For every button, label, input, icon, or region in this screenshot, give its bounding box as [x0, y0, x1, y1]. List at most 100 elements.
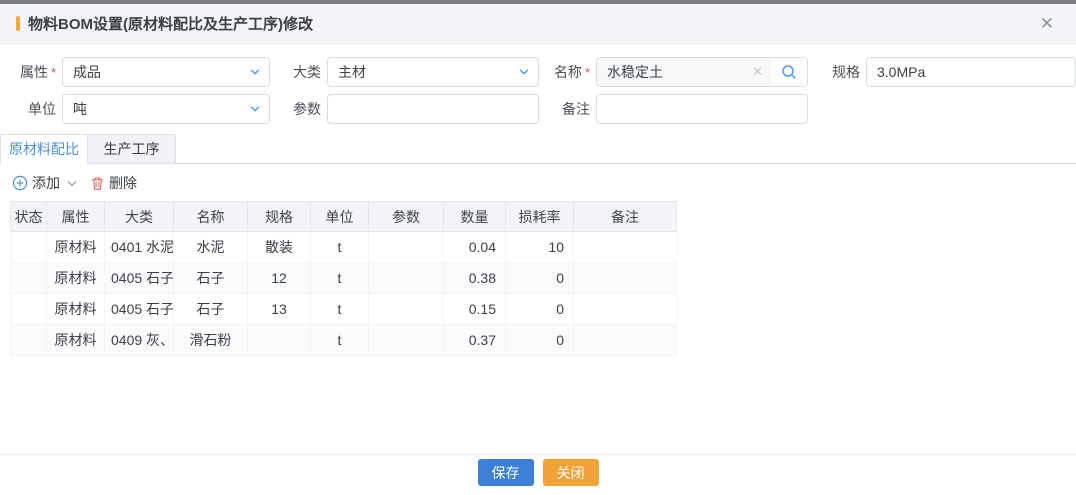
remark-input[interactable]	[596, 94, 808, 124]
table-cell[interactable]	[11, 263, 47, 294]
close-icon[interactable]: ✕	[1034, 13, 1060, 34]
label-text: 备注	[562, 99, 590, 119]
table-header-row: 状态属性大类名称规格单位参数数量损耗率备注	[11, 202, 677, 232]
add-button[interactable]: 添加	[12, 173, 60, 193]
name-search-input[interactable]: 水稳定土 ✕	[596, 57, 808, 87]
table-cell[interactable]	[11, 294, 47, 325]
column-header: 属性	[47, 202, 105, 232]
bom-form: 属性* 成品 大类 主材 名称* 水稳定土	[0, 44, 1076, 124]
tab-raw-material-ratio[interactable]: 原材料配比	[0, 134, 88, 164]
table-cell[interactable]: 原材料	[47, 325, 105, 356]
form-row-1: 属性* 成品 大类 主材 名称* 水稳定土	[18, 57, 1076, 87]
table-cell[interactable]: 0	[506, 325, 574, 356]
form-row-2: 单位 吨 参数 备注	[18, 94, 1076, 124]
table-cell[interactable]: 12	[248, 263, 311, 294]
category-select[interactable]: 主材	[327, 57, 539, 87]
table-cell[interactable]: 0401 水泥	[105, 232, 174, 263]
label-text: 单位	[28, 99, 56, 119]
table-cell[interactable]: t	[311, 263, 369, 294]
category-select-value: 主材	[338, 62, 518, 82]
table-cell[interactable]: 0.15	[444, 294, 506, 325]
table-cell[interactable]: 0409 灰、渣	[105, 325, 174, 356]
delete-button-label: 删除	[109, 173, 137, 193]
table-cell[interactable]	[574, 325, 677, 356]
clear-icon[interactable]: ✕	[752, 64, 763, 80]
tab-production-process[interactable]: 生产工序	[88, 134, 176, 164]
table-cell[interactable]	[11, 325, 47, 356]
add-dropdown-chevron-icon[interactable]	[66, 178, 78, 190]
bom-grid: 状态属性大类名称规格单位参数数量损耗率备注 原材料0401 水泥水泥散装t0.0…	[10, 201, 676, 356]
column-header: 单位	[311, 202, 369, 232]
column-header: 状态	[11, 202, 47, 232]
table-cell[interactable]: 石子	[174, 294, 248, 325]
table-cell[interactable]: 0.04	[444, 232, 506, 263]
table-cell[interactable]: 水泥	[174, 232, 248, 263]
table-cell[interactable]: 原材料	[47, 263, 105, 294]
table-cell[interactable]: 散装	[248, 232, 311, 263]
table-cell[interactable]: 0.38	[444, 263, 506, 294]
save-button[interactable]: 保存	[478, 459, 534, 486]
label-text: 规格	[832, 62, 860, 82]
label-text: 大类	[293, 62, 321, 82]
table-cell[interactable]: 0	[506, 294, 574, 325]
table-cell[interactable]: 原材料	[47, 294, 105, 325]
close-button[interactable]: 关闭	[543, 459, 599, 486]
field-label-parameter: 参数	[283, 99, 321, 119]
column-header: 规格	[248, 202, 311, 232]
label-text: 名称	[554, 62, 582, 82]
table-cell[interactable]	[574, 294, 677, 325]
table-cell[interactable]	[574, 232, 677, 263]
required-mark: *	[51, 65, 56, 80]
field-label-property: 属性*	[18, 62, 56, 82]
field-label-name: 名称*	[552, 62, 590, 82]
table-row[interactable]: 原材料0409 灰、渣滑石粉 t 0.370	[11, 325, 677, 356]
table-cell[interactable]	[369, 294, 444, 325]
table-cell[interactable]: 13	[248, 294, 311, 325]
table-row[interactable]: 原材料0405 石子石子13t 0.150	[11, 294, 677, 325]
table-cell[interactable]	[574, 263, 677, 294]
trash-icon	[90, 176, 105, 191]
field-label-category: 大类	[283, 62, 321, 82]
name-input-value: 水稳定土	[607, 62, 746, 82]
table-cell[interactable]: 滑石粉	[174, 325, 248, 356]
table-cell[interactable]: 10	[506, 232, 574, 263]
column-header: 损耗率	[506, 202, 574, 232]
label-text: 参数	[293, 99, 321, 119]
bom-edit-dialog: 物料BOM设置(原材料配比及生产工序)修改 ✕ 属性* 成品 大类 主材	[0, 0, 1076, 495]
table-row[interactable]: 原材料0401 水泥水泥散装t 0.0410	[11, 232, 677, 263]
table-row[interactable]: 原材料0405 石子石子12t 0.380	[11, 263, 677, 294]
table-cell[interactable]: t	[311, 294, 369, 325]
spec-input[interactable]: 3.0MPa	[866, 57, 1076, 87]
unit-select[interactable]: 吨	[62, 94, 270, 124]
table-cell[interactable]	[369, 263, 444, 294]
table-cell[interactable]: 0405 石子	[105, 263, 174, 294]
parameter-input[interactable]	[327, 94, 539, 124]
field-label-spec: 规格	[822, 62, 860, 82]
tab-filler	[176, 134, 1076, 164]
table-cell[interactable]: t	[311, 232, 369, 263]
property-select-value: 成品	[73, 62, 249, 82]
property-select[interactable]: 成品	[62, 57, 270, 87]
unit-select-value: 吨	[73, 99, 249, 119]
search-icon[interactable]	[769, 58, 807, 86]
column-header: 数量	[444, 202, 506, 232]
column-header: 备注	[574, 202, 677, 232]
dialog-footer: 保存 关闭	[0, 454, 1076, 490]
table-cell[interactable]: 0.37	[444, 325, 506, 356]
dialog-header: 物料BOM设置(原材料配比及生产工序)修改 ✕	[0, 4, 1076, 44]
bom-table: 状态属性大类名称规格单位参数数量损耗率备注 原材料0401 水泥水泥散装t0.0…	[10, 201, 677, 356]
delete-button[interactable]: 删除	[90, 173, 137, 193]
table-cell[interactable]: t	[311, 325, 369, 356]
table-cell[interactable]: 原材料	[47, 232, 105, 263]
table-cell[interactable]	[369, 325, 444, 356]
chevron-down-icon	[249, 103, 261, 115]
table-cell[interactable]	[369, 232, 444, 263]
field-label-remark: 备注	[552, 99, 590, 119]
table-cell[interactable]: 0	[506, 263, 574, 294]
plus-circle-icon	[12, 175, 28, 191]
table-cell[interactable]: 石子	[174, 263, 248, 294]
table-cell[interactable]	[11, 232, 47, 263]
table-cell[interactable]	[248, 325, 311, 356]
field-label-unit: 单位	[18, 99, 56, 119]
table-cell[interactable]: 0405 石子	[105, 294, 174, 325]
